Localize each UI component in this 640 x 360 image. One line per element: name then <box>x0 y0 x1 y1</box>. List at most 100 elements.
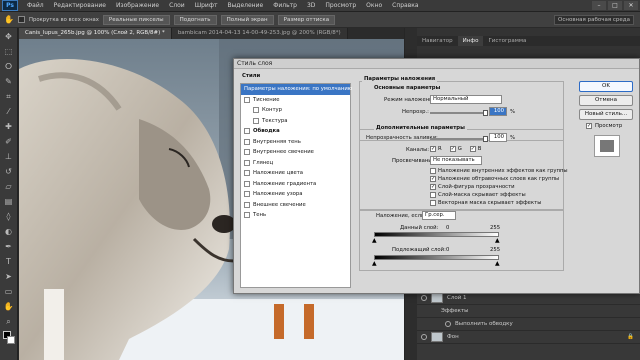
color-swatches-icon[interactable] <box>2 330 16 346</box>
this-layer-high-knob-icon[interactable]: ▲ <box>495 237 500 244</box>
eyedropper-tool-icon[interactable]: ⁄ <box>2 105 16 118</box>
zoom-tool-icon[interactable]: ⌕ <box>2 315 16 328</box>
stamp-tool-icon[interactable]: ⊥ <box>2 150 16 163</box>
style-item[interactable]: Наложение цвета <box>241 168 350 179</box>
actual-pixels-button[interactable]: Реальные пикселы <box>102 14 170 25</box>
option-checkbox[interactable]: ✓ <box>430 176 436 182</box>
type-tool-icon[interactable]: T <box>2 255 16 268</box>
option-checkbox[interactable] <box>430 200 436 206</box>
style-item-checkbox[interactable] <box>253 117 259 124</box>
tab-document-bambicam[interactable]: bambicam 2014-04-13 14-00-49-253.jpg @ 2… <box>171 28 348 39</box>
print-size-button[interactable]: Размер оттиска <box>277 14 336 25</box>
maximize-icon[interactable]: □ <box>608 1 622 10</box>
option-checkbox[interactable] <box>430 192 436 198</box>
menu-window[interactable]: Окно <box>361 2 387 9</box>
menu-help[interactable]: Справка <box>387 2 423 9</box>
scroll-all-windows-checkbox[interactable] <box>17 16 25 23</box>
style-item[interactable]: Наложение градиента <box>241 179 350 190</box>
style-item[interactable]: Наложение узора <box>241 189 350 200</box>
lasso-tool-icon[interactable]: ⵔ <box>2 60 16 73</box>
move-tool-icon[interactable]: ✥ <box>2 30 16 43</box>
cancel-button[interactable]: Отмена <box>579 95 633 106</box>
menu-image[interactable]: Изображение <box>111 2 164 9</box>
menu-filter[interactable]: Фильтр <box>268 2 302 9</box>
style-item[interactable]: Параметры наложения: по умолчанию <box>241 84 352 95</box>
blur-tool-icon[interactable]: ◊ <box>2 210 16 223</box>
style-item-checkbox[interactable] <box>244 201 250 208</box>
menu-select[interactable]: Выделение <box>222 2 268 9</box>
option-blend-clipped-layers[interactable]: ✓ Наложение обтравочных слоев как группы <box>430 175 568 183</box>
dodge-tool-icon[interactable]: ◐ <box>2 225 16 238</box>
history-brush-icon[interactable]: ↺ <box>2 165 16 178</box>
channel-b[interactable]: ✓ B <box>469 146 481 152</box>
style-item[interactable]: Контур <box>241 105 350 116</box>
option-transparency-shapes[interactable]: ✓ Слой-фигура прозрачности <box>430 183 568 191</box>
style-item-checkbox[interactable] <box>244 170 250 177</box>
minimize-icon[interactable]: – <box>592 1 606 10</box>
marquee-tool-icon[interactable]: ⬚ <box>2 45 16 58</box>
menu-view[interactable]: Просмотр <box>320 2 361 9</box>
style-item[interactable]: Текстура <box>241 116 350 127</box>
tab-document-wolf[interactable]: Canis_lupus_265b.jpg @ 100% (Слой 2, RGB… <box>19 28 172 39</box>
style-item[interactable]: Внешнее свечение <box>241 200 350 211</box>
crop-tool-icon[interactable]: ⌗ <box>2 90 16 103</box>
option-checkbox[interactable]: ✓ <box>430 184 436 190</box>
style-item-checkbox[interactable] <box>244 159 250 166</box>
layer-row[interactable]: Выполнить обводку <box>417 318 640 331</box>
style-item-checkbox[interactable] <box>253 107 259 114</box>
option-checkbox[interactable] <box>430 168 436 174</box>
style-item[interactable]: Внутреннее свечение <box>241 147 350 158</box>
tab-navigator[interactable]: Навигатор <box>417 36 458 46</box>
option-layer-mask-hides[interactable]: Слой-маска скрывает эффекты <box>430 191 568 199</box>
option-blend-interior-effects[interactable]: Наложение внутренних эффектов как группы <box>430 167 568 175</box>
visibility-eye-icon[interactable] <box>445 321 451 327</box>
new-style-button[interactable]: Новый стиль... <box>579 109 633 120</box>
fill-screen-button[interactable]: Полный экран <box>220 14 274 25</box>
opacity-slider-knob[interactable] <box>483 110 488 116</box>
layer-row[interactable]: Фон 🔒 <box>417 331 640 344</box>
this-layer-gradient[interactable] <box>374 232 499 237</box>
style-item-checkbox[interactable] <box>244 212 250 219</box>
pen-tool-icon[interactable]: ✒ <box>2 240 16 253</box>
underlying-low-knob-icon[interactable]: ▲ <box>372 260 377 267</box>
shape-tool-icon[interactable]: ▭ <box>2 285 16 298</box>
preview-checkbox[interactable]: ✓ <box>586 123 592 129</box>
menu-file[interactable]: Файл <box>22 2 49 9</box>
menu-edit[interactable]: Редактирование <box>49 2 111 9</box>
style-item[interactable]: Тень <box>241 210 350 221</box>
channel-g-checkbox[interactable]: ✓ <box>449 146 456 152</box>
style-item-checkbox[interactable] <box>244 180 250 187</box>
blend-mode-select[interactable]: Нормальный <box>430 95 502 104</box>
quick-select-tool-icon[interactable]: ✎ <box>2 75 16 88</box>
style-item-checkbox[interactable] <box>244 191 250 198</box>
tab-histogram[interactable]: Гистограмма <box>483 36 531 46</box>
brush-tool-icon[interactable]: ✐ <box>2 135 16 148</box>
fit-screen-button[interactable]: Подогнать <box>173 14 217 25</box>
menu-type[interactable]: Шрифт <box>190 2 223 9</box>
ok-button[interactable]: OK <box>579 81 633 92</box>
preview-toggle[interactable]: ✓ Просмотр <box>586 123 622 129</box>
style-item-checkbox[interactable] <box>244 128 250 135</box>
underlying-high-knob-icon[interactable]: ▲ <box>495 260 500 267</box>
layer-row[interactable]: Эффекты <box>417 305 640 318</box>
healing-tool-icon[interactable]: ✚ <box>2 120 16 133</box>
this-layer-low-knob-icon[interactable]: ▲ <box>372 237 377 244</box>
style-item-checkbox[interactable] <box>244 138 250 145</box>
fill-opacity-input[interactable]: 100 <box>489 133 507 142</box>
channel-g[interactable]: ✓ G <box>449 146 462 152</box>
fill-opacity-slider[interactable] <box>430 138 485 140</box>
style-item[interactable]: Глянец <box>241 158 350 169</box>
visibility-eye-icon[interactable] <box>421 334 427 340</box>
eraser-tool-icon[interactable]: ▱ <box>2 180 16 193</box>
style-item-checkbox[interactable] <box>244 96 250 103</box>
menu-3d[interactable]: 3D <box>302 2 320 9</box>
style-item-checkbox[interactable] <box>244 149 250 156</box>
path-select-tool-icon[interactable]: ➤ <box>2 270 16 283</box>
menu-layer[interactable]: Слои <box>164 2 190 9</box>
fill-opacity-slider-knob[interactable] <box>483 136 488 142</box>
hand-tool-icon[interactable]: ✋ <box>2 300 16 313</box>
opacity-input[interactable]: 100 <box>489 107 507 116</box>
gradient-tool-icon[interactable]: ▤ <box>2 195 16 208</box>
visibility-eye-icon[interactable] <box>421 295 427 301</box>
underlying-layer-gradient[interactable] <box>374 255 499 260</box>
